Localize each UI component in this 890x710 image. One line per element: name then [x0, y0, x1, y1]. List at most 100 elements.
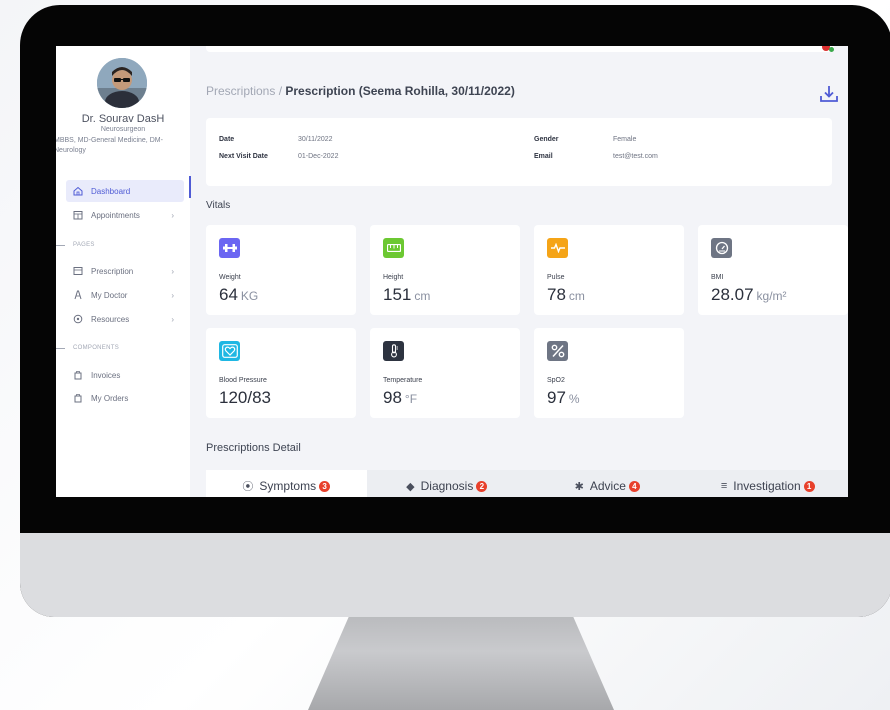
- top-header-card: [206, 46, 834, 52]
- symptoms-icon: ⦿: [242, 481, 254, 493]
- tab-diagnosis[interactable]: ◆ Diagnosis 2: [366, 470, 527, 497]
- prescription-icon: [73, 266, 83, 276]
- notification-leaf-icon: [829, 47, 834, 52]
- pulse-icon: [547, 238, 568, 258]
- calendar-icon: [73, 210, 83, 220]
- thermometer-icon: [383, 341, 404, 361]
- vital-value: 120/83: [219, 388, 274, 408]
- vital-value: 97%: [547, 388, 580, 408]
- vital-value: 28.07 kg/m²: [711, 285, 787, 305]
- vital-unit: KG: [240, 289, 259, 303]
- vital-number: 78: [547, 285, 566, 304]
- heart-icon: [219, 341, 240, 361]
- vital-card-blood-pressure: Blood Pressure 120/83: [206, 328, 356, 418]
- next-visit-label: Next Visit Date: [219, 153, 268, 160]
- vital-card-pulse: Pulse 78 cm: [534, 225, 684, 315]
- prescriptions-detail-title: Prescriptions Detail: [206, 442, 301, 454]
- sidebar-item-invoices[interactable]: Invoices: [66, 364, 184, 386]
- vital-number: 120/83: [219, 388, 271, 407]
- sidebar-item-label: My Orders: [91, 393, 129, 403]
- vital-card-temperature: Temperature 98 °F: [370, 328, 520, 418]
- vital-label: Temperature: [383, 377, 423, 384]
- sidebar-item-dashboard[interactable]: Dashboard: [66, 180, 184, 202]
- chevron-right-icon: ›: [171, 314, 174, 324]
- download-icon[interactable]: [818, 84, 840, 104]
- email-label: Email: [534, 153, 553, 160]
- count-badge: 1: [803, 480, 815, 492]
- breadcrumb: Prescriptions / Prescription (Seema Rohi…: [206, 84, 515, 98]
- sidebar-item-label: Appointments: [91, 210, 140, 220]
- vital-number: 151: [383, 285, 412, 304]
- vital-unit: cm: [414, 289, 431, 303]
- section-components: COMPONENTS: [56, 345, 119, 351]
- vital-value: 98 °F: [383, 388, 417, 408]
- sidebar-item-appointments[interactable]: Appointments ›: [66, 204, 184, 226]
- avatar-image: [97, 58, 147, 108]
- app-screen: Dr. Sourav DasH Neurosurgeon MBBS, MD-Ge…: [56, 46, 848, 497]
- vital-label: BMI: [711, 274, 724, 281]
- gauge-icon: [711, 238, 732, 258]
- monitor-chin: [20, 533, 890, 617]
- avatar[interactable]: [97, 58, 147, 108]
- percent-icon: [547, 341, 568, 361]
- sidebar-item-resources[interactable]: Resources ›: [66, 308, 184, 330]
- count-badge: 4: [628, 480, 640, 492]
- gender-label: Gender: [534, 136, 559, 143]
- vital-number: 64: [219, 285, 238, 304]
- monitor-frame: Dr. Sourav DasH Neurosurgeon MBBS, MD-Ge…: [20, 5, 890, 617]
- doctor-icon: [73, 290, 83, 300]
- vital-card-height: Height 151 cm: [370, 225, 520, 315]
- main-content: Prescriptions / Prescription (Seema Rohi…: [190, 46, 848, 497]
- vital-label: Blood Pressure: [219, 377, 267, 384]
- sidebar-item-label: Resources: [91, 314, 130, 324]
- home-icon: [73, 186, 83, 196]
- sidebar-item-label: My Doctor: [91, 290, 128, 300]
- tab-advice[interactable]: ✱ Advice 4: [527, 470, 688, 497]
- vital-label: Weight: [219, 274, 241, 281]
- sidebar-item-prescription[interactable]: Prescription ›: [66, 260, 184, 282]
- vital-card-spo2: SpO2 97%: [534, 328, 684, 418]
- sidebar-item-label: Prescription: [91, 266, 134, 276]
- vital-unit: %: [568, 392, 580, 406]
- ruler-icon: [383, 238, 404, 258]
- sidebar-item-label: Invoices: [91, 370, 121, 380]
- breadcrumb-parent[interactable]: Prescriptions /: [206, 84, 282, 98]
- diagnosis-icon: ◆: [406, 480, 415, 493]
- vital-label: Pulse: [547, 274, 565, 281]
- sidebar-item-my-orders[interactable]: My Orders: [66, 387, 184, 409]
- vitals-title: Vitals: [206, 200, 231, 211]
- vital-label: SpO2: [547, 377, 565, 384]
- chevron-right-icon: ›: [171, 290, 174, 300]
- vital-value: 64 KG: [219, 285, 258, 305]
- tab-symptoms[interactable]: ⦿ Symptoms 3: [206, 470, 367, 497]
- vital-number: 98: [383, 388, 402, 407]
- page-title: Prescription (Seema Rohilla, 30/11/2022): [285, 84, 515, 98]
- tab-investigation[interactable]: ≡ Investigation 1: [687, 470, 848, 497]
- doctor-specialty: Neurosurgeon: [100, 126, 146, 133]
- tab-label: Advice: [589, 479, 626, 493]
- doctor-name: Dr. Sourav DasH: [81, 113, 165, 125]
- sidebar-item-my-doctor[interactable]: My Doctor ›: [66, 284, 184, 306]
- investigation-icon: ≡: [720, 480, 728, 492]
- next-visit-value: 01-Dec-2022: [298, 153, 339, 160]
- doctor-degrees: MBBS, MD-General Medicine, DM- Neurology: [56, 137, 163, 154]
- date-label: Date: [219, 136, 235, 143]
- dumbbell-icon: [219, 238, 240, 258]
- gender-value: Female: [613, 136, 637, 143]
- tab-label: Diagnosis: [420, 479, 474, 493]
- vital-card-weight: Weight 64 KG: [206, 225, 356, 315]
- tab-label: Investigation: [733, 479, 801, 493]
- vital-card-bmi: BMI 28.07 kg/m²: [698, 225, 848, 315]
- section-pages: PAGES: [56, 242, 95, 248]
- vital-unit: cm: [568, 289, 585, 303]
- tab-label: Symptoms: [259, 479, 317, 493]
- count-badge: 2: [476, 480, 488, 492]
- vital-unit: kg/m²: [756, 289, 787, 303]
- advice-icon: ✱: [574, 480, 584, 493]
- vital-value: 78 cm: [547, 285, 585, 305]
- prescription-detail-tabs: ⦿ Symptoms 3 ◆ Diagnosis 2 ✱ Advice 4 ≡ …: [206, 470, 848, 497]
- sidebar: Dr. Sourav DasH Neurosurgeon MBBS, MD-Ge…: [56, 46, 191, 497]
- vital-number: 97: [547, 388, 566, 407]
- chevron-right-icon: ›: [171, 210, 174, 220]
- monitor-stand: [308, 612, 614, 710]
